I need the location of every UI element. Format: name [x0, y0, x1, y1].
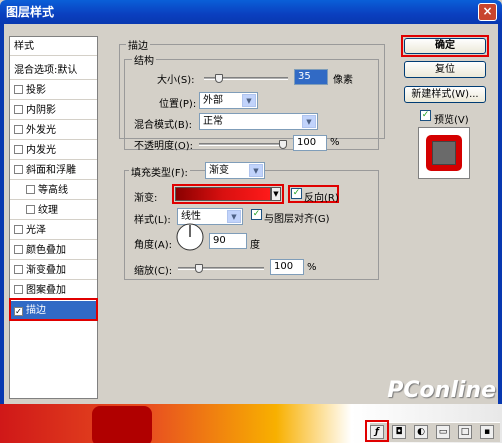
style-item[interactable]: 颜色叠加	[10, 241, 97, 260]
style-item[interactable]: 投影	[10, 81, 97, 100]
style-checkbox[interactable]	[14, 245, 23, 254]
style-checkbox[interactable]	[14, 85, 23, 94]
style-item-label: 颜色叠加	[26, 245, 66, 256]
style-item-label: 渐变叠加	[26, 265, 66, 276]
gradient-dropdown-icon[interactable]: ▼	[271, 187, 281, 201]
styles-list: 样式 混合选项:默认 投影内阴影外发光内发光斜面和浮雕等高线纹理光泽颜色叠加渐变…	[9, 36, 98, 399]
reverse-label: 反向(R)	[304, 193, 339, 204]
style-checkbox[interactable]	[14, 265, 23, 274]
style-item[interactable]: 外发光	[10, 121, 97, 140]
blend-mode-value: 正常	[203, 116, 223, 127]
selected-style-highlight	[9, 298, 98, 321]
fill-type-label: 填充类型(F):	[129, 164, 190, 179]
opacity-slider-track[interactable]	[199, 143, 287, 146]
style-item-label: 投影	[26, 85, 46, 96]
opacity-input[interactable]: 100	[293, 135, 327, 151]
preview-layer-fill	[432, 141, 456, 165]
scale-input[interactable]: 100	[270, 259, 304, 275]
reset-button[interactable]: 复位	[404, 61, 486, 78]
size-unit: 像素	[333, 75, 353, 86]
style-item[interactable]: 等高线	[10, 181, 97, 200]
blend-options-item[interactable]: 混合选项:默认	[10, 61, 97, 80]
angle-label: 角度(A):	[134, 240, 173, 251]
style-item-label: 光泽	[26, 225, 46, 236]
blend-mode-select[interactable]: 正常 ▼	[199, 113, 318, 130]
reverse-checkbox[interactable]: ✓	[291, 188, 302, 199]
fx-icon[interactable]: ƒ	[370, 425, 384, 439]
gradient-label: 渐变:	[134, 193, 158, 204]
preview-checkbox[interactable]: ✓	[420, 110, 431, 121]
scale-slider-thumb[interactable]	[195, 264, 204, 273]
style-item[interactable]: 渐变叠加	[10, 261, 97, 280]
blend-mode-label: 混合模式(B):	[134, 120, 193, 131]
style-item[interactable]: 光泽	[10, 221, 97, 240]
styles-header[interactable]: 样式	[10, 37, 97, 56]
close-button[interactable]: ×	[478, 3, 497, 21]
scale-slider-track[interactable]	[178, 267, 264, 270]
style-item-label: 斜面和浮雕	[26, 165, 76, 176]
style-item[interactable]: 内发光	[10, 141, 97, 160]
size-input[interactable]: 35	[294, 69, 328, 85]
position-select[interactable]: 外部 ▼	[199, 92, 258, 109]
opacity-slider-thumb[interactable]	[279, 140, 287, 149]
angle-unit: 度	[250, 240, 260, 251]
size-slider-thumb[interactable]	[214, 74, 223, 83]
style-item-label: 内阴影	[26, 105, 56, 116]
preview-label: 预览(V)	[434, 115, 469, 126]
style-preview	[418, 127, 470, 179]
style-checkbox[interactable]	[14, 165, 23, 174]
angle-dial[interactable]	[175, 222, 205, 252]
opacity-unit: %	[330, 137, 340, 148]
style-item-label: 内发光	[26, 145, 56, 156]
new-style-button[interactable]: 新建样式(W)...	[404, 86, 486, 103]
chevron-down-icon: ▼	[227, 210, 241, 223]
stroke-section-title: 描边	[126, 37, 150, 52]
style-checkbox[interactable]	[14, 125, 23, 134]
mask-icon[interactable]: ◘	[392, 425, 406, 439]
position-value: 外部	[203, 95, 223, 106]
fill-type-value: 渐变	[209, 165, 229, 176]
align-layer-label: 与图层对齐(G)	[264, 214, 330, 225]
style-checkbox[interactable]	[26, 185, 35, 194]
adjust-icon[interactable]: ◐	[414, 425, 428, 439]
style-checkbox[interactable]	[14, 225, 23, 234]
chevron-down-icon: ▼	[242, 94, 256, 107]
style-item-label: 纹理	[38, 205, 58, 216]
style-checkbox[interactable]	[26, 205, 35, 214]
style-item[interactable]: 纹理	[10, 201, 97, 220]
window-title: 图层样式	[6, 5, 55, 19]
gradient-style-label: 样式(L):	[134, 215, 171, 226]
align-layer-checkbox[interactable]: ✓	[251, 209, 262, 220]
style-item-label: 等高线	[38, 185, 68, 196]
fill-type-select[interactable]: 渐变 ▼	[205, 162, 265, 179]
structure-title: 结构	[132, 52, 156, 67]
angle-input[interactable]: 90	[209, 233, 247, 249]
banner-decoration	[92, 406, 152, 443]
window-title-bar: 图层样式	[0, 0, 502, 24]
gradient-style-value: 线性	[181, 211, 201, 222]
chevron-down-icon: ▼	[302, 115, 316, 128]
position-label: 位置(P):	[159, 99, 197, 110]
style-checkbox[interactable]	[14, 285, 23, 294]
watermark: PConline	[387, 378, 496, 403]
chevron-down-icon: ▼	[249, 164, 263, 177]
style-checkbox[interactable]	[14, 145, 23, 154]
gradient-swatch[interactable]	[175, 187, 271, 201]
style-item[interactable]: 内阴影	[10, 101, 97, 120]
trash-icon[interactable]: ▪	[480, 425, 494, 439]
scale-unit: %	[307, 262, 317, 273]
window-frame-right	[498, 24, 502, 404]
size-label: 大小(S):	[157, 75, 195, 86]
style-checkbox[interactable]	[14, 105, 23, 114]
style-item-label: 外发光	[26, 125, 56, 136]
style-item-label: 图案叠加	[26, 285, 66, 296]
ok-button[interactable]: 确定	[404, 38, 486, 54]
new-layer-icon[interactable]: □	[458, 425, 472, 439]
scale-label: 缩放(C):	[134, 266, 173, 277]
style-item[interactable]: 斜面和浮雕	[10, 161, 97, 180]
folder-icon[interactable]: ▭	[436, 425, 450, 439]
opacity-label: 不透明度(O):	[134, 141, 194, 152]
